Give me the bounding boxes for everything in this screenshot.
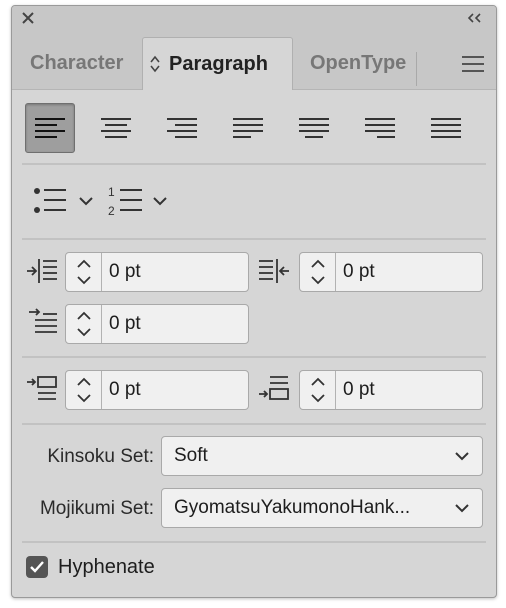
tab-character[interactable]: Character (30, 37, 123, 90)
left-indent-field[interactable]: 0 pt (65, 252, 249, 292)
panel-titlebar (12, 6, 496, 30)
bullet-list-button[interactable] (32, 184, 96, 218)
mojikumi-label: Mojikumi Set: (39, 498, 154, 519)
divider (22, 423, 486, 425)
align-left-icon (35, 118, 65, 138)
justify-last-left-icon (233, 118, 263, 138)
justify-last-left-button[interactable] (223, 103, 273, 153)
hyphenate-label: Hyphenate (58, 556, 155, 578)
align-right-button[interactable] (157, 103, 207, 153)
up-down-arrows-icon (150, 55, 160, 73)
align-center-icon (101, 118, 131, 138)
hyphenate-checkbox[interactable] (26, 556, 48, 578)
space-after-value: 0 pt (343, 379, 375, 400)
first-line-indent-field[interactable]: 0 pt (65, 304, 249, 344)
tab-opentype[interactable]: OpenType (310, 37, 406, 90)
justify-last-center-icon (299, 118, 329, 138)
up-down-stepper-icon[interactable] (66, 371, 102, 409)
up-down-stepper-icon[interactable] (66, 305, 102, 343)
chevron-down-icon (455, 452, 469, 461)
kinsoku-label: Kinsoku Set: (47, 446, 154, 467)
mojikumi-value: GyomatsuYakumonoHank... (174, 497, 411, 518)
justify-all-button[interactable] (421, 103, 471, 153)
align-center-button[interactable] (91, 103, 141, 153)
space-after-field[interactable]: 0 pt (299, 370, 483, 410)
kinsoku-value: Soft (174, 445, 208, 466)
divider (22, 541, 486, 543)
up-down-stepper-icon[interactable] (300, 253, 336, 291)
space-before-field[interactable]: 0 pt (65, 370, 249, 410)
justify-all-icon (431, 118, 461, 138)
double-chevron-left-icon[interactable] (466, 11, 484, 25)
chevron-down-icon (455, 504, 469, 513)
paragraph-panel: Character Paragraph OpenType 1 2 0 pt 0 … (11, 5, 497, 598)
mojikumi-dropdown[interactable]: GyomatsuYakumonoHank... (161, 488, 483, 528)
up-down-stepper-icon[interactable] (66, 253, 102, 291)
justify-last-right-icon (365, 118, 395, 138)
svg-text:1: 1 (108, 185, 115, 199)
tab-opentype-label: OpenType (310, 52, 407, 74)
space-after-icon (257, 372, 291, 406)
kinsoku-dropdown[interactable]: Soft (161, 436, 483, 476)
tab-character-label: Character (30, 52, 124, 74)
numbered-list-button[interactable]: 1 2 (108, 184, 172, 218)
first-line-indent-value: 0 pt (109, 313, 141, 334)
tab-bar: Character Paragraph OpenType (12, 30, 496, 90)
divider (22, 238, 486, 240)
svg-text:2: 2 (108, 204, 115, 217)
hamburger-menu-icon[interactable] (462, 56, 484, 72)
right-indent-value: 0 pt (343, 261, 375, 282)
close-icon[interactable] (20, 10, 36, 26)
tab-paragraph-label: Paragraph (169, 52, 268, 75)
space-before-value: 0 pt (109, 379, 141, 400)
divider (22, 163, 486, 165)
tab-divider (416, 52, 417, 86)
bullet-list-icon (34, 188, 66, 213)
right-indent-field[interactable]: 0 pt (299, 252, 483, 292)
first-line-indent-icon (25, 306, 59, 340)
tab-paragraph[interactable]: Paragraph (142, 37, 293, 90)
left-indent-icon (25, 254, 59, 288)
up-down-stepper-icon[interactable] (300, 371, 336, 409)
divider (22, 356, 486, 358)
numbered-list-icon: 1 2 (108, 185, 142, 217)
space-before-icon (25, 372, 59, 406)
checkmark-icon (30, 561, 44, 573)
justify-last-center-button[interactable] (289, 103, 339, 153)
chevron-down-icon (79, 197, 93, 206)
left-indent-value: 0 pt (109, 261, 141, 282)
right-indent-icon (257, 254, 291, 288)
justify-last-right-button[interactable] (355, 103, 405, 153)
chevron-down-icon (153, 197, 167, 206)
align-right-icon (167, 118, 197, 138)
align-left-button[interactable] (25, 103, 75, 153)
